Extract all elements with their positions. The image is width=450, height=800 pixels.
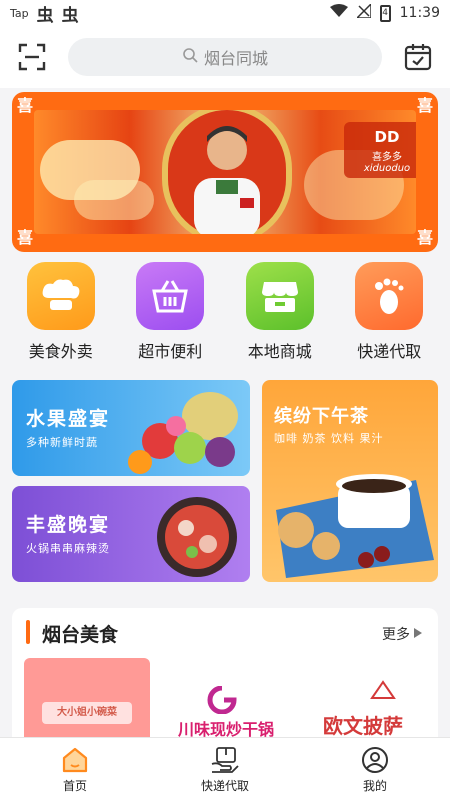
user-icon [360, 745, 390, 775]
category-label: 本地商城 [247, 342, 312, 361]
brand-name-cn: 喜多多 [372, 152, 402, 163]
corner-glyph: 喜 [416, 96, 433, 115]
more-link[interactable]: 更多 [382, 624, 422, 644]
search-input[interactable]: 烟台同城 [68, 38, 382, 76]
shop-card[interactable]: 大小姐小碗菜 [24, 658, 150, 744]
signal-icon [354, 2, 372, 22]
promo-subtitle: 咖啡 奶茶 饮料 果汁 [274, 432, 384, 445]
status-bar: Tap 虫 虫 4 11:39 [0, 0, 450, 26]
tab-profile[interactable]: 我的 [300, 738, 450, 800]
hotpot-illustration [157, 497, 237, 577]
brand-logo: DD 喜多多 xiduoduo [344, 122, 416, 178]
brand-name-en: xiduoduo [363, 163, 411, 174]
tab-label: 我的 [362, 778, 387, 793]
notification-icon: 虫 [36, 5, 54, 26]
category-label: 超市便利 [138, 342, 203, 361]
carrier-label: Tap [10, 6, 29, 20]
corner-glyph: 喜 [16, 96, 33, 115]
bottom-tab-bar: 首页 快递代取 我的 [0, 737, 450, 800]
promo-title: 丰盛晚宴 [26, 514, 111, 536]
shop-name: 大小姐小碗菜 [42, 702, 132, 724]
top-bar: 烟台同城 [0, 26, 450, 88]
chef-hat-icon [26, 262, 95, 330]
promo-title: 缤纷下午茶 [274, 406, 369, 427]
promo-fruit-feast[interactable]: 水果盛宴 多种新鲜时蔬 [12, 380, 250, 476]
category-local-mall[interactable]: 本地商城 [232, 262, 328, 366]
promo-title: 水果盛宴 [26, 408, 111, 430]
promo-dinner-feast[interactable]: 丰盛晚宴 火锅串串麻辣烫 [12, 486, 250, 582]
tab-label: 快递代取 [200, 778, 249, 793]
search-placeholder: 烟台同城 [203, 49, 268, 68]
pizza-icon [370, 680, 396, 699]
category-express-pickup[interactable]: 快递代取 [341, 262, 437, 366]
brand-mark: DD [374, 128, 400, 146]
store-icon [245, 262, 314, 330]
tea-illustration [276, 474, 434, 578]
shop-name: 欧文披萨 [323, 714, 403, 738]
shop-card[interactable]: 川味现炒干锅 [162, 658, 288, 744]
promo-subtitle: 火锅串串麻辣烫 [26, 542, 110, 555]
corner-glyph: 喜 [16, 228, 33, 247]
footprint-icon [355, 262, 424, 330]
category-label: 美食外卖 [28, 342, 93, 361]
promo-afternoon-tea[interactable]: 缤纷下午茶 咖啡 奶茶 饮料 果汁 [262, 380, 438, 582]
home-icon [60, 745, 90, 775]
search-icon [182, 47, 198, 67]
basket-icon [136, 262, 205, 330]
promo-subtitle: 多种新鲜时蔬 [26, 436, 98, 449]
battery-level: 4 [382, 7, 388, 18]
scan-icon[interactable] [14, 39, 50, 75]
shop-card[interactable]: 欧文披萨 [300, 658, 426, 744]
more-label: 更多 [382, 627, 410, 643]
category-supermarket[interactable]: 超市便利 [122, 262, 218, 366]
battery-icon: 4 [379, 4, 391, 22]
banner-image: DD 喜多多 xiduoduo [34, 110, 416, 234]
tab-label: 首页 [62, 778, 87, 793]
tab-home[interactable]: 首页 [0, 738, 150, 800]
chef-illustration [184, 118, 270, 234]
chevron-right-icon [414, 626, 422, 642]
local-food-section: 烟台美食 更多 大小姐小碗菜 川味现炒干锅 欧文披萨 [12, 608, 438, 758]
notification-icon: 虫 [61, 5, 79, 26]
section-title: 烟台美食 [42, 624, 119, 646]
category-label: 快递代取 [357, 342, 422, 361]
tab-express-pickup[interactable]: 快递代取 [150, 738, 300, 800]
package-icon [210, 745, 240, 775]
section-accent-bar [26, 620, 30, 644]
corner-glyph: 喜 [416, 228, 433, 247]
fruit-illustration [128, 392, 238, 474]
wifi-icon [329, 4, 348, 22]
category-food-delivery[interactable]: 美食外卖 [13, 262, 109, 366]
category-grid: 美食外卖 超市便利 本地商城 快递代取 [0, 262, 450, 366]
shop-logo-icon [207, 686, 237, 714]
clock: 11:39 [399, 5, 440, 21]
calendar-check-icon[interactable] [400, 39, 436, 75]
promo-banner[interactable]: 喜 喜 喜 喜 DD 喜多多 xiduoduo [12, 92, 438, 252]
